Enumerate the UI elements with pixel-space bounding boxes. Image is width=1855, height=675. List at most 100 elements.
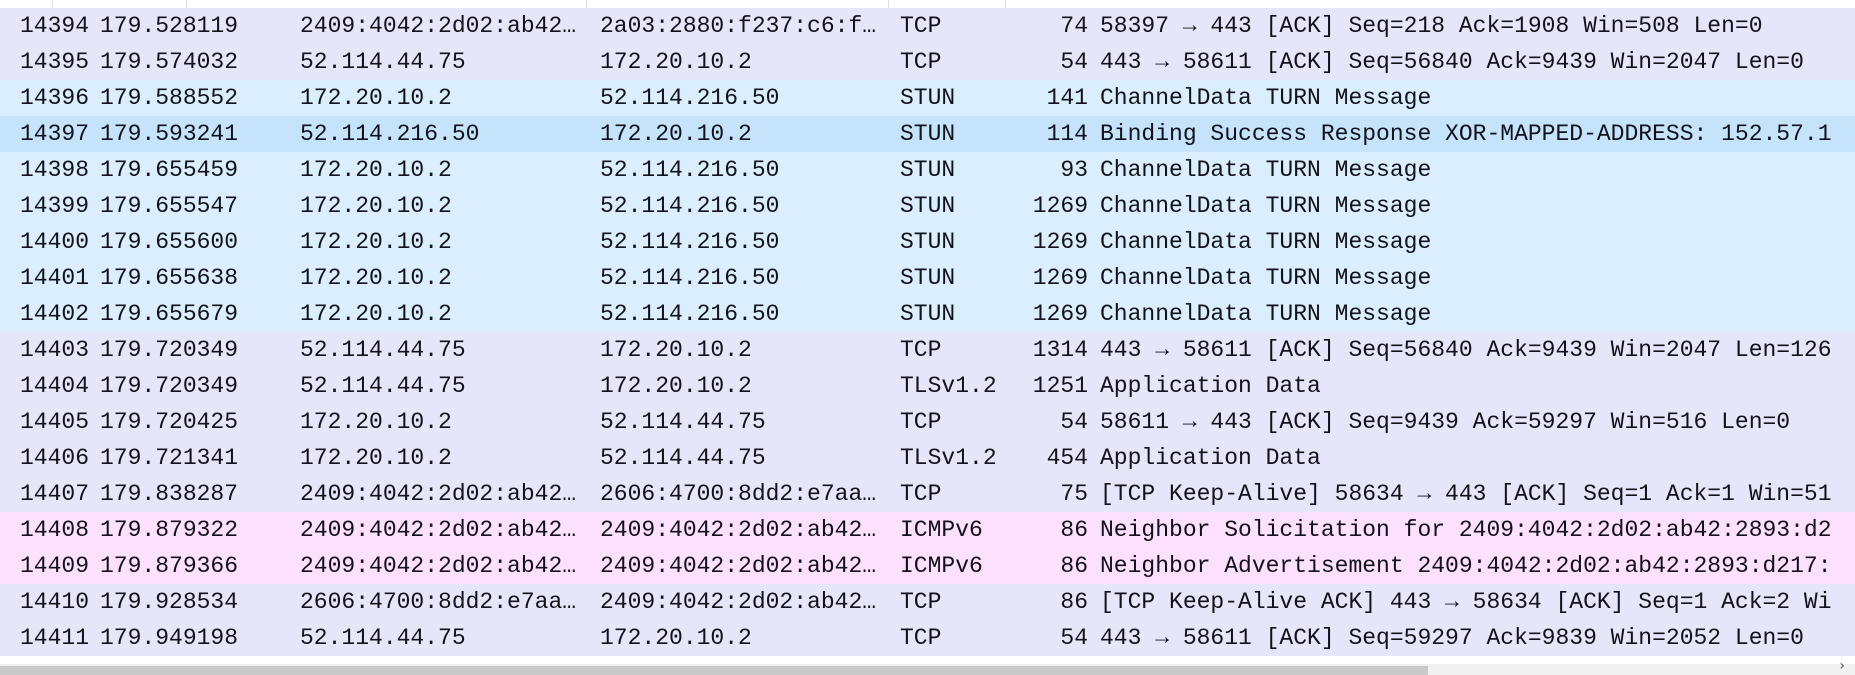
packet-info: ChannelData TURN Message — [1100, 193, 1432, 219]
packet-time: 179.720425 — [100, 409, 239, 435]
packet-destination: 52.114.216.50 — [600, 265, 780, 291]
packet-number: 14402 — [19, 301, 89, 327]
packet-source: 52.114.44.75 — [300, 373, 466, 399]
horizontal-scrollbar[interactable]: › — [0, 658, 1855, 675]
packet-protocol: STUN — [900, 121, 956, 147]
packet-number: 14396 — [19, 85, 89, 111]
packet-length: 86 — [1060, 517, 1088, 543]
packet-row[interactable]: 14397 179.593241 52.114.216.50 172.20.10.2 S… — [0, 116, 1855, 152]
packet-source: 2409:4042:2d02:ab42… — [300, 517, 577, 543]
packet-row[interactable]: 14402 179.655679 172.20.10.2 52.114.216.50 S… — [0, 296, 1855, 332]
packet-info: Application Data — [1100, 445, 1321, 471]
packet-protocol: TCP — [900, 481, 942, 507]
packet-number: 14407 — [19, 481, 89, 507]
packet-number: 14394 — [19, 13, 89, 39]
packet-source: 172.20.10.2 — [300, 445, 452, 471]
packet-row[interactable]: 14395 179.574032 52.114.44.75 172.20.10.2 TC… — [0, 44, 1855, 80]
column-divider[interactable] — [586, 0, 587, 8]
packet-source: 172.20.10.2 — [300, 85, 452, 111]
packet-destination: 2409:4042:2d02:ab42… — [600, 553, 877, 579]
packet-info: ChannelData TURN Message — [1100, 85, 1432, 111]
packet-time: 179.655679 — [100, 301, 239, 327]
packet-row[interactable]: 14409 179.879366 2409:4042:2d02:ab42… 2409:… — [0, 548, 1855, 584]
packet-info: [TCP Keep-Alive] 58634 → 443 [ACK] Seq=1… — [1100, 481, 1832, 507]
packet-destination: 2409:4042:2d02:ab42… — [600, 589, 877, 615]
packet-row[interactable]: 14405 179.720425 172.20.10.2 52.114.44.75 TC… — [0, 404, 1855, 440]
packet-row[interactable]: 14410 179.928534 2606:4700:8dd2:e7aa… 2409:… — [0, 584, 1855, 620]
packet-row[interactable]: 14396 179.588552 172.20.10.2 52.114.216.50 S… — [0, 80, 1855, 116]
packet-time: 179.879322 — [100, 517, 239, 543]
packet-row[interactable]: 14408 179.879322 2409:4042:2d02:ab42… 2409:… — [0, 512, 1855, 548]
packet-time: 179.838287 — [100, 481, 239, 507]
packet-time: 179.574032 — [100, 49, 239, 75]
packet-protocol: STUN — [900, 85, 956, 111]
packet-protocol: STUN — [900, 301, 956, 327]
packet-length: 1269 — [1032, 301, 1088, 327]
packet-row[interactable]: 14400 179.655600 172.20.10.2 52.114.216.50 S… — [0, 224, 1855, 260]
column-divider[interactable] — [186, 0, 187, 8]
packet-info: [TCP Keep-Alive ACK] 443 → 58634 [ACK] S… — [1100, 589, 1832, 615]
packet-length: 74 — [1060, 13, 1088, 39]
packet-source: 172.20.10.2 — [300, 409, 452, 435]
packet-source: 172.20.10.2 — [300, 265, 452, 291]
packet-length: 54 — [1060, 409, 1088, 435]
packet-destination: 52.114.216.50 — [600, 229, 780, 255]
packet-row[interactable]: 14406 179.721341 172.20.10.2 52.114.44.75 TL… — [0, 440, 1855, 476]
packet-destination: 52.114.44.75 — [600, 445, 766, 471]
packet-number: 14401 — [19, 265, 89, 291]
packet-number: 14411 — [19, 625, 89, 651]
column-divider[interactable] — [888, 0, 889, 8]
packet-info: Neighbor Advertisement 2409:4042:2d02:ab… — [1100, 553, 1832, 579]
packet-time: 179.655547 — [100, 193, 239, 219]
packet-time: 179.655600 — [100, 229, 239, 255]
packet-source: 172.20.10.2 — [300, 157, 452, 183]
column-header-strip[interactable] — [0, 0, 1855, 8]
packet-time: 179.721341 — [100, 445, 239, 471]
packet-destination: 2a03:2880:f237:c6:f… — [600, 13, 877, 39]
column-divider[interactable] — [52, 0, 53, 8]
packet-protocol: STUN — [900, 157, 956, 183]
packet-number: 14400 — [19, 229, 89, 255]
packet-destination: 172.20.10.2 — [600, 49, 752, 75]
packet-number: 14406 — [19, 445, 89, 471]
packet-destination: 172.20.10.2 — [600, 373, 752, 399]
packet-source: 52.114.44.75 — [300, 337, 466, 363]
scrollbar-thumb[interactable] — [0, 666, 1428, 675]
packet-length: 86 — [1060, 553, 1088, 579]
packet-row[interactable]: 14404 179.720349 52.114.44.75 172.20.10.2 TL… — [0, 368, 1855, 404]
packet-source: 172.20.10.2 — [300, 193, 452, 219]
packet-length: 86 — [1060, 589, 1088, 615]
packet-protocol: TCP — [900, 49, 942, 75]
packet-time: 179.879366 — [100, 553, 239, 579]
packet-time: 179.928534 — [100, 589, 239, 615]
packet-number: 14405 — [19, 409, 89, 435]
packet-row[interactable]: 14399 179.655547 172.20.10.2 52.114.216.50 S… — [0, 188, 1855, 224]
packet-row[interactable]: 14401 179.655638 172.20.10.2 52.114.216.50 S… — [0, 260, 1855, 296]
packet-number: 14409 — [19, 553, 89, 579]
packet-source: 172.20.10.2 — [300, 301, 452, 327]
packet-protocol: TCP — [900, 409, 942, 435]
packet-number: 14397 — [19, 121, 89, 147]
packet-protocol: STUN — [900, 265, 956, 291]
packet-row[interactable]: 14398 179.655459 172.20.10.2 52.114.216.50 S… — [0, 152, 1855, 188]
packet-source: 2409:4042:2d02:ab42… — [300, 481, 577, 507]
packet-info: ChannelData TURN Message — [1100, 157, 1432, 183]
packet-time: 179.655638 — [100, 265, 239, 291]
column-divider[interactable] — [1005, 0, 1006, 8]
packet-length: 54 — [1060, 625, 1088, 651]
packet-protocol: TCP — [900, 625, 942, 651]
packet-row[interactable]: 14407 179.838287 2409:4042:2d02:ab42… 2606:… — [0, 476, 1855, 512]
scroll-right-arrow-icon[interactable]: › — [1839, 658, 1845, 674]
packet-time: 179.655459 — [100, 157, 239, 183]
packet-length: 454 — [1046, 445, 1088, 471]
packet-row[interactable]: 14403 179.720349 52.114.44.75 172.20.10.2 TC… — [0, 332, 1855, 368]
packet-destination: 52.114.216.50 — [600, 301, 780, 327]
packet-row[interactable]: 14394 179.528119 2409:4042:2d02:ab42… 2a03:… — [0, 8, 1855, 44]
packet-source: 2409:4042:2d02:ab42… — [300, 13, 577, 39]
packet-length: 1269 — [1032, 265, 1088, 291]
packet-row[interactable]: 14411 179.949198 52.114.44.75 172.20.10.2 TC… — [0, 620, 1855, 656]
packet-number: 14404 — [19, 373, 89, 399]
packet-destination: 172.20.10.2 — [600, 121, 752, 147]
packet-destination: 172.20.10.2 — [600, 625, 752, 651]
packet-time: 179.720349 — [100, 373, 239, 399]
